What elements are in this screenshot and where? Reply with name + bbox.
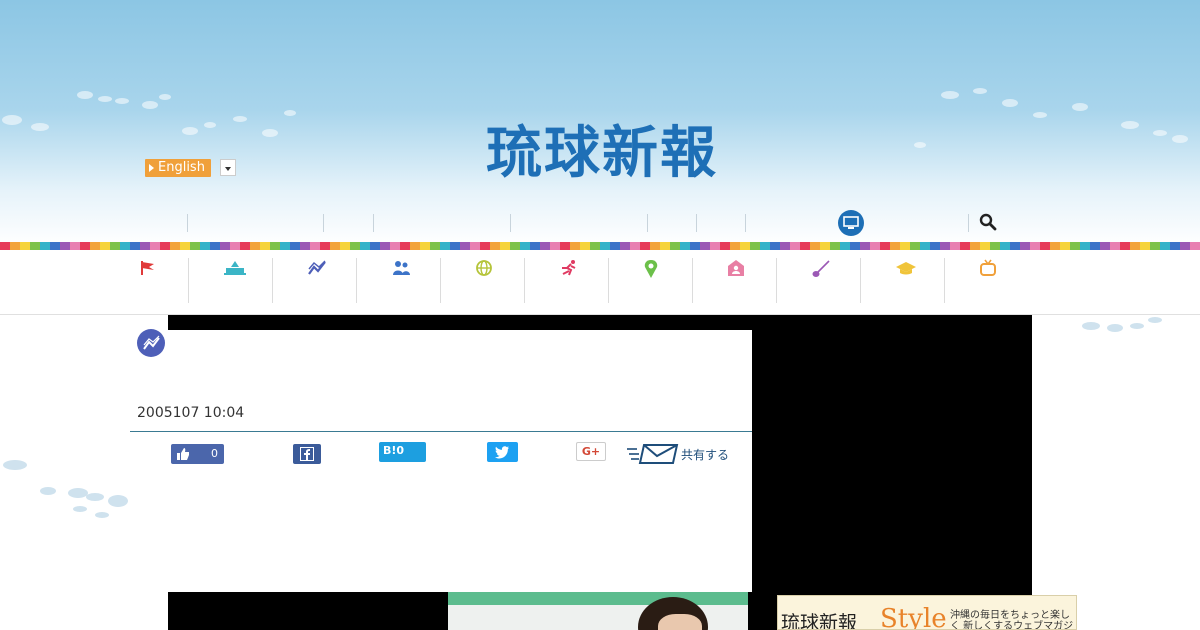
category-item-politics[interactable] bbox=[189, 250, 273, 304]
nav-separator bbox=[187, 214, 188, 232]
nav-separator bbox=[745, 214, 746, 232]
flag-icon bbox=[141, 261, 154, 275]
decorative-pattern-stripe bbox=[0, 242, 1200, 250]
thumbs-up-icon bbox=[177, 448, 189, 460]
hatena-bookmark-button[interactable]: B!0 bbox=[379, 442, 426, 462]
government-building-icon bbox=[224, 261, 246, 275]
tv-icon bbox=[980, 259, 996, 276]
search-icon[interactable] bbox=[978, 212, 998, 232]
top-navigation bbox=[140, 208, 1010, 236]
twitter-bird-icon bbox=[495, 446, 509, 459]
style-ad-name: 琉球新報 bbox=[781, 612, 858, 630]
language-dropdown-toggle[interactable] bbox=[220, 159, 236, 176]
category-item-economy[interactable] bbox=[273, 250, 357, 304]
share-by-email-button[interactable]: 共有する bbox=[627, 442, 737, 466]
twitter-share-button[interactable] bbox=[487, 442, 518, 462]
person-face bbox=[658, 614, 702, 630]
nav-separator bbox=[968, 214, 969, 232]
category-item-world[interactable] bbox=[441, 250, 525, 304]
article-date: 2005107 10:04 bbox=[137, 405, 245, 421]
nav-separator bbox=[373, 214, 374, 232]
pc-display-icon[interactable] bbox=[838, 210, 864, 236]
category-item-culture[interactable] bbox=[777, 250, 861, 304]
share-label: 共有する bbox=[681, 448, 730, 462]
article-divider bbox=[130, 431, 752, 432]
nav-separator bbox=[323, 214, 324, 232]
category-navigation bbox=[105, 250, 1029, 314]
style-ad-description: 沖縄の毎日をちょっと楽しく 新しくするウェブマガジン bbox=[950, 610, 1074, 630]
caret-right-icon bbox=[149, 163, 154, 172]
hatena-label: B!0 bbox=[383, 444, 405, 457]
category-item-society[interactable] bbox=[357, 250, 441, 304]
category-item-flag[interactable] bbox=[105, 250, 189, 304]
fish-decoration-icon bbox=[3, 460, 128, 518]
category-item-sports[interactable] bbox=[525, 250, 609, 304]
envelope-icon bbox=[627, 444, 679, 464]
english-language-button[interactable]: English bbox=[145, 159, 211, 177]
fish-decoration-icon bbox=[914, 88, 1188, 148]
photo-ad-banner[interactable] bbox=[448, 592, 748, 630]
facebook-share-button[interactable] bbox=[293, 444, 321, 464]
site-logo[interactable]: 琉球新報 bbox=[452, 118, 752, 188]
nav-separator bbox=[696, 214, 697, 232]
fish-decoration-icon bbox=[2, 91, 296, 137]
facebook-icon bbox=[300, 447, 314, 461]
category-item-region[interactable] bbox=[609, 250, 693, 304]
fish-decoration-icon bbox=[1082, 317, 1162, 332]
like-count: 0 bbox=[211, 447, 218, 460]
style-ad-word: Style bbox=[880, 604, 947, 630]
category-item-community[interactable] bbox=[693, 250, 777, 304]
category-item-education[interactable] bbox=[861, 250, 945, 304]
globe-icon bbox=[476, 260, 492, 276]
english-label: English bbox=[158, 160, 205, 175]
economy-chart-icon bbox=[308, 260, 326, 275]
community-house-icon bbox=[728, 260, 744, 276]
runner-icon bbox=[562, 260, 576, 276]
economy-category-icon bbox=[137, 329, 165, 357]
ryukyu-style-ad[interactable]: 琉球新報 Style 沖縄の毎日をちょっと楽しく 新しくするウェブマガジン bbox=[777, 595, 1077, 630]
google-plus-button[interactable]: G+ bbox=[576, 442, 606, 461]
nav-separator bbox=[647, 214, 648, 232]
people-icon bbox=[393, 261, 410, 275]
category-item-video[interactable] bbox=[945, 250, 1029, 304]
sanshin-instrument-icon bbox=[812, 260, 830, 277]
graduation-cap-icon bbox=[896, 262, 916, 275]
map-pin-icon bbox=[644, 260, 658, 278]
facebook-like-button[interactable]: 0 bbox=[171, 444, 224, 464]
nav-separator bbox=[510, 214, 511, 232]
